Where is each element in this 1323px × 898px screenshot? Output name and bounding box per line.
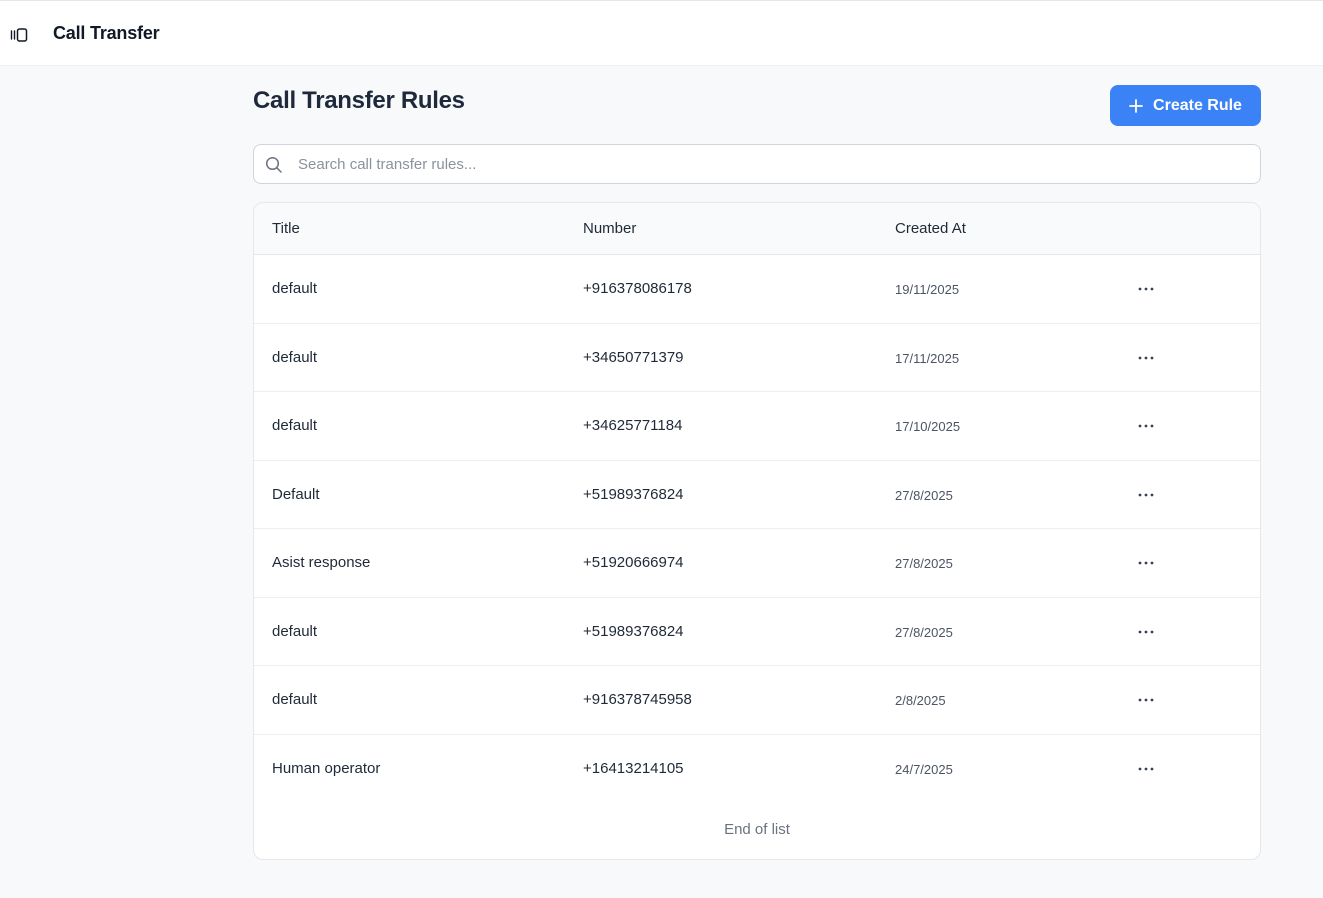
table-row[interactable]: Default +51989376824 27/8/2025: [254, 460, 1260, 529]
plus-icon: [1129, 98, 1143, 113]
more-horizontal-icon[interactable]: [1136, 485, 1156, 505]
rule-number: +34625771184: [583, 417, 683, 434]
rule-created-at: 27/8/2025: [895, 624, 953, 640]
table-row[interactable]: default +34650771379 17/11/2025: [254, 323, 1260, 392]
rule-created-at: 17/11/2025: [895, 350, 960, 366]
table-row[interactable]: default +51989376824 27/8/2025: [254, 597, 1260, 666]
more-horizontal-icon[interactable]: [1136, 553, 1156, 573]
more-horizontal-icon[interactable]: [1136, 348, 1156, 368]
rule-title: default: [272, 417, 318, 434]
table-header: Title Number Created At: [254, 203, 1260, 255]
top-bar: Call Transfer: [0, 0, 1323, 66]
rule-title: default: [272, 691, 318, 708]
search-box[interactable]: [253, 144, 1261, 184]
rule-number: +34650771379: [583, 348, 684, 366]
more-horizontal-icon[interactable]: [1136, 416, 1156, 436]
column-header-created-at: Created At: [895, 220, 966, 237]
rule-created-at: 19/11/2025: [895, 282, 960, 297]
more-horizontal-icon[interactable]: [1136, 759, 1156, 779]
rule-number: +51920666974: [583, 554, 684, 571]
rules-table: Title Number Created At default +9163780…: [253, 202, 1261, 860]
rule-created-at: 2/8/2025: [895, 693, 946, 708]
app-title: Call Transfer: [53, 23, 160, 43]
end-of-list-text: End of list: [724, 821, 790, 838]
table-row[interactable]: default +916378745958 2/8/2025: [254, 666, 1260, 735]
rule-number: +51989376824: [583, 622, 684, 640]
table-row[interactable]: Human operator +16413214105 24/7/2025: [254, 734, 1260, 803]
column-header-number: Number: [583, 220, 637, 237]
rule-title: default: [272, 348, 318, 366]
create-rule-button[interactable]: Create Rule: [1110, 85, 1261, 126]
search-icon: [265, 156, 283, 174]
create-rule-label: Create Rule: [1153, 96, 1242, 114]
rule-title: Asist response: [272, 554, 371, 571]
table-row[interactable]: default +916378086178 19/11/2025: [254, 255, 1260, 324]
rule-number: +16413214105: [583, 759, 684, 777]
table-row[interactable]: default +34625771184 17/10/2025: [254, 392, 1260, 461]
rule-title: Default: [272, 485, 320, 503]
rule-created-at: 27/8/2025: [895, 487, 953, 503]
table-row[interactable]: Asist response +51920666974 27/8/2025: [254, 529, 1260, 598]
rule-title: default: [272, 280, 318, 297]
rule-created-at: 24/7/2025: [895, 761, 953, 777]
rule-number: +916378086178: [583, 280, 692, 297]
more-horizontal-icon[interactable]: [1136, 690, 1156, 710]
more-horizontal-icon[interactable]: [1136, 622, 1156, 642]
column-header-title: Title: [272, 220, 300, 237]
search-input[interactable]: [298, 145, 1248, 183]
sidebar-toggle-icon[interactable]: [6, 22, 32, 48]
rule-created-at: 27/8/2025: [895, 556, 953, 571]
rule-title: Human operator: [272, 759, 381, 777]
rule-number: +916378745958: [583, 691, 692, 708]
more-horizontal-icon[interactable]: [1136, 279, 1156, 299]
rule-number: +51989376824: [583, 485, 684, 503]
rule-title: default: [272, 622, 318, 640]
rule-created-at: 17/10/2025: [895, 419, 961, 434]
page-title: Call Transfer Rules: [253, 87, 465, 114]
